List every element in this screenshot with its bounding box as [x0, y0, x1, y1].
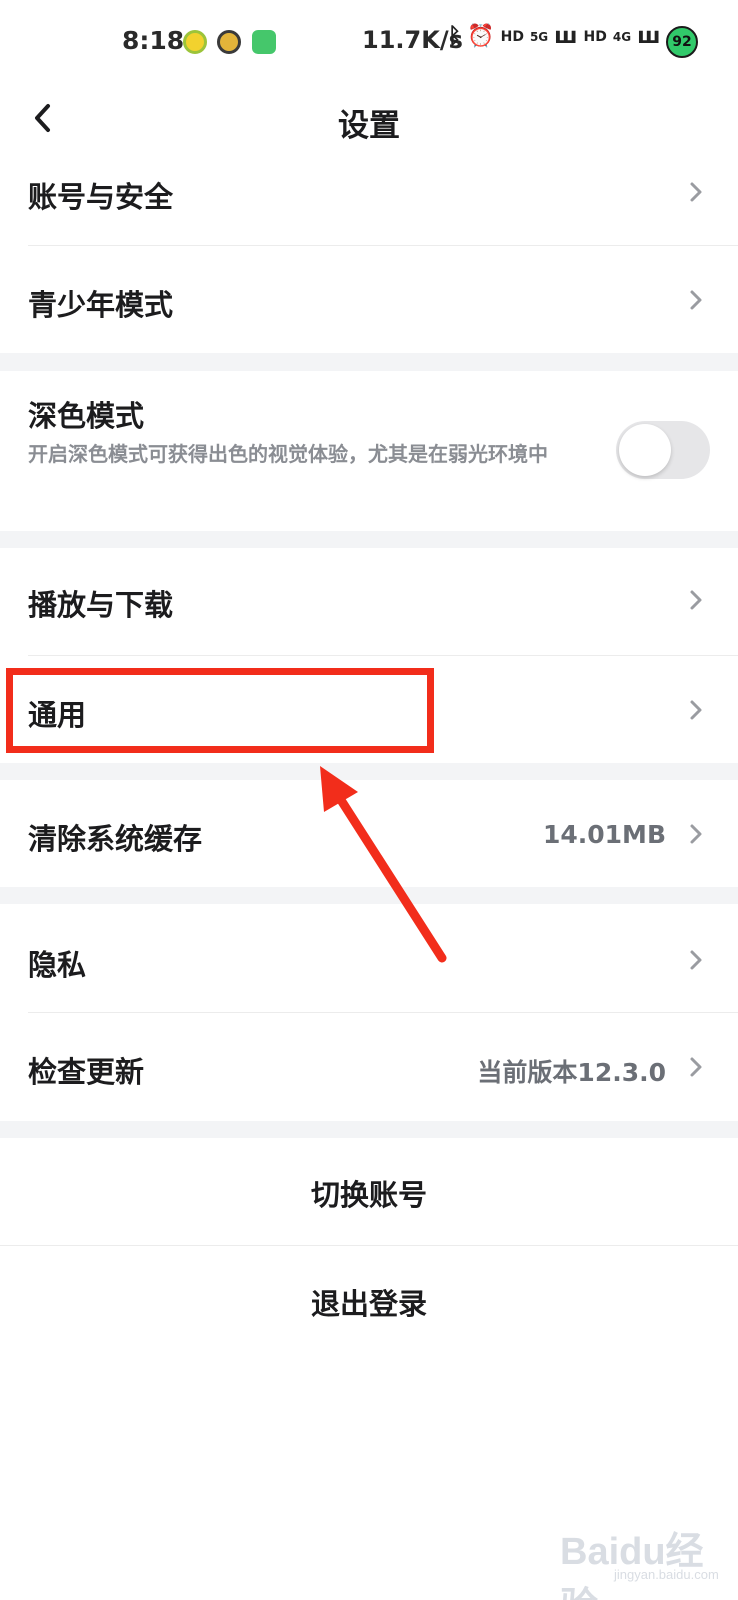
annotation-highlight-box	[6, 668, 434, 753]
settings-item-label: 检查更新	[28, 1055, 145, 1089]
cache-size-value: 14.01MB	[542, 820, 666, 849]
watermark-url: jingyan.baidu.com	[614, 1567, 719, 1582]
logout-button[interactable]: 退出登录	[0, 1281, 738, 1323]
chevron-right-icon	[690, 824, 702, 844]
watermark-logo: Baidu经验	[560, 1531, 704, 1600]
status-time: 8:18	[122, 26, 185, 55]
settings-item-teen-mode[interactable]: 青少年模式	[0, 246, 738, 353]
annotation-arrow	[320, 766, 447, 963]
app-notification-icon	[217, 30, 241, 54]
network-type-5g: 5G	[529, 29, 549, 44]
chevron-right-icon	[690, 950, 702, 970]
toggle-knob	[619, 424, 671, 476]
section-gap	[0, 1121, 738, 1138]
page-title: 设置	[338, 108, 400, 144]
dark-mode-label: 深色模式	[28, 399, 145, 433]
status-bar: 8:18 11.7K/s ᛒ ⏰ HD 5G ꟺ HD 4G ꟺ 92	[0, 0, 738, 80]
app-notification-icon	[252, 30, 276, 54]
alarm-icon: ⏰	[467, 24, 495, 49]
settings-item-label: 账号与安全	[28, 180, 174, 214]
app-version-value: 当前版本12.3.0	[477, 1058, 666, 1087]
chevron-right-icon	[690, 182, 702, 202]
hd-icon: HD	[583, 28, 607, 45]
dark-mode-toggle[interactable]	[616, 421, 710, 479]
network-type-4g: 4G	[612, 29, 632, 44]
chevron-right-icon	[690, 1057, 702, 1077]
settings-item-label: 青少年模式	[28, 288, 174, 322]
status-icons: ᛒ ⏰ HD 5G ꟺ HD 4G ꟺ	[448, 24, 660, 49]
settings-item-play-download[interactable]: 播放与下载	[0, 548, 738, 655]
signal-icon: ꟺ	[637, 24, 661, 49]
chevron-right-icon	[690, 700, 702, 720]
signal-icon: ꟺ	[554, 24, 578, 49]
bluetooth-icon: ᛒ	[448, 24, 462, 49]
settings-item-label: 播放与下载	[28, 588, 174, 622]
section-gap	[0, 353, 738, 371]
divider	[0, 1245, 738, 1246]
hd-icon: HD	[500, 28, 524, 45]
chevron-right-icon	[690, 290, 702, 310]
app-notification-icon	[183, 30, 207, 54]
battery-icon: 92	[666, 26, 698, 58]
settings-item-account-security[interactable]: 账号与安全	[0, 140, 738, 246]
settings-item-label: 隐私	[28, 948, 87, 982]
chevron-right-icon	[690, 590, 702, 610]
dark-mode-description: 开启深色模式可获得出色的视觉体验，尤其是在弱光环境中	[28, 442, 548, 466]
settings-item-label: 清除系统缓存	[28, 822, 203, 856]
switch-account-button[interactable]: 切换账号	[0, 1172, 738, 1214]
section-gap	[0, 531, 738, 548]
settings-item-check-update[interactable]: 检查更新 当前版本12.3.0	[0, 1013, 738, 1121]
settings-item-dark-mode: 深色模式 开启深色模式可获得出色的视觉体验，尤其是在弱光环境中	[0, 371, 738, 531]
